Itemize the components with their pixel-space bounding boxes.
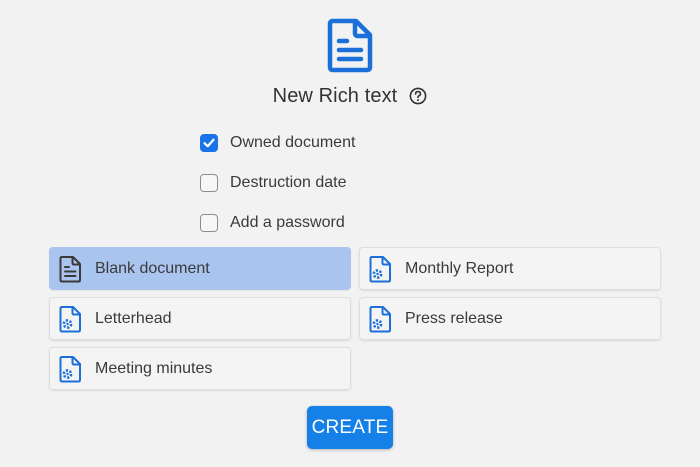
owned-document-label: Owned document: [230, 134, 356, 151]
dialog-title: New Rich text: [272, 84, 398, 107]
add-password-option[interactable]: Add a password: [200, 212, 355, 234]
template-monthly-report[interactable]: Monthly Report: [360, 248, 660, 289]
owned-document-checkbox[interactable]: [200, 134, 218, 152]
rich-text-document-icon: [327, 18, 373, 73]
template-label: Letterhead: [95, 309, 172, 327]
template-blank-document[interactable]: Blank document: [50, 248, 350, 289]
checkmark-icon: [203, 138, 215, 148]
add-password-label: Add a password: [230, 214, 345, 231]
question-circle-icon[interactable]: [409, 87, 427, 105]
destruction-date-option[interactable]: Destruction date: [200, 172, 355, 194]
create-button[interactable]: CREATE: [307, 406, 393, 449]
document-gear-icon: [369, 255, 391, 282]
dialog-header: New Rich text: [0, 83, 700, 109]
template-label: Meeting minutes: [95, 359, 213, 377]
owned-document-option[interactable]: Owned document: [200, 132, 355, 154]
destruction-date-label: Destruction date: [230, 174, 347, 191]
template-letterhead[interactable]: Letterhead: [50, 298, 350, 339]
template-label: Press release: [405, 309, 503, 327]
template-label: Monthly Report: [405, 259, 514, 277]
document-gear-icon: [369, 305, 391, 332]
new-document-dialog: New Rich text Owned document Destruction…: [0, 0, 700, 467]
destruction-date-checkbox[interactable]: [200, 174, 218, 192]
document-options: Owned document Destruction date Add a pa…: [200, 132, 355, 252]
add-password-checkbox[interactable]: [200, 214, 218, 232]
document-lines-icon: [59, 255, 81, 282]
document-gear-icon: [59, 355, 81, 382]
template-label: Blank document: [95, 259, 210, 277]
template-meeting-minutes[interactable]: Meeting minutes: [50, 348, 350, 389]
template-press-release[interactable]: Press release: [360, 298, 660, 339]
document-gear-icon: [59, 305, 81, 332]
